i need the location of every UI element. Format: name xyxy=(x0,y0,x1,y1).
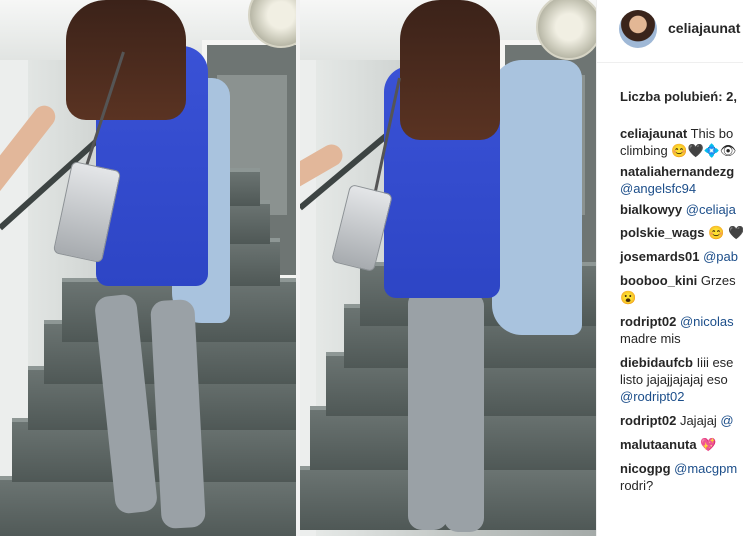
comment-mention-link[interactable]: @ xyxy=(717,413,733,428)
comment-line: 😮 xyxy=(620,289,743,306)
comment-text: This bo xyxy=(687,126,734,141)
author-username[interactable]: celiajaunat xyxy=(668,20,740,36)
coat xyxy=(492,60,582,335)
likes-count[interactable]: Liczba polubień: 2, xyxy=(620,89,737,104)
post-side-panel: celiajaunat Liczba polubień: 2, celiajau… xyxy=(596,0,743,536)
comment-username[interactable]: celiajaunat xyxy=(620,126,687,141)
avatar[interactable] xyxy=(619,10,657,48)
comment-mention-link[interactable]: @celiaja xyxy=(682,202,736,217)
comment-line: celiajaunat This bo xyxy=(620,125,743,142)
comment-text: 😊 🖤 xyxy=(704,225,743,240)
comment-text: listo jajajjajajaj eso xyxy=(620,372,728,387)
comment-text: Jajajaj xyxy=(676,413,717,428)
comment-line: @angelsfc94 xyxy=(620,180,743,197)
comment-text: climbing 😊🖤💠👁 xyxy=(620,143,737,158)
comment-username[interactable]: rodript02 xyxy=(620,314,676,329)
comment-mention-link[interactable]: @macgpm xyxy=(671,461,737,476)
comment-mention-link[interactable]: @pab xyxy=(700,249,738,264)
comment-line: diebidaufcb Iiii ese xyxy=(620,354,743,371)
boot-right xyxy=(444,292,484,532)
comment-line: nicogpg @macgpm xyxy=(620,460,743,477)
comment-mention-link[interactable]: @angelsfc94 xyxy=(620,181,696,196)
comment-item: celiajaunat This bo climbing 😊🖤💠👁 xyxy=(620,125,743,159)
comment-item: malutaanuta 💖 xyxy=(620,436,743,453)
comment-text: Grzes xyxy=(697,273,736,288)
comment-item: booboo_kini Grzes 😮 xyxy=(620,272,743,306)
comment-text: rodri? xyxy=(620,478,654,493)
comment-line: josemards01 @pab xyxy=(620,248,743,265)
comment-line: rodript02 Jajajaj @ xyxy=(620,412,743,429)
comment-line: rodript02 @nicolas xyxy=(620,313,743,330)
comment-line: rodri? xyxy=(620,477,743,494)
comment-text: Iiii ese xyxy=(692,355,734,370)
comment-line: climbing 😊🖤💠👁 xyxy=(620,142,743,159)
comment-username[interactable]: josemards01 xyxy=(620,249,700,264)
photo-panel-right xyxy=(300,0,596,536)
comment-username[interactable]: rodript02 xyxy=(620,413,676,428)
comment-line: polskie_wags 😊 🖤 xyxy=(620,224,743,241)
comment-username[interactable]: polskie_wags xyxy=(620,225,705,240)
comment-item: rodript02 Jajajaj @ xyxy=(620,412,743,429)
comment-item: diebidaufcb Iiii ese listo jajajjajajaj e… xyxy=(620,354,743,405)
comment-line: booboo_kini Grzes xyxy=(620,272,743,289)
post-photo[interactable] xyxy=(0,0,596,536)
comment-text: 💖 xyxy=(696,437,717,452)
comment-item: nataliahernandezg @angelsfc94 xyxy=(620,163,743,197)
post-header: celiajaunat xyxy=(597,0,743,63)
comment-line: malutaanuta 💖 xyxy=(620,436,743,453)
comment-line: madre mis xyxy=(620,330,743,347)
hair xyxy=(400,0,500,140)
hair xyxy=(66,0,186,120)
comment-item: josemards01 @pab xyxy=(620,248,743,265)
comment-username[interactable]: diebidaufcb xyxy=(620,355,693,370)
boot-left xyxy=(408,290,448,530)
comments-list: celiajaunat This bo climbing 😊🖤💠👁 nataliah… xyxy=(620,125,743,501)
comment-username[interactable]: nicogpg xyxy=(620,461,671,476)
comment-text: madre mis xyxy=(620,331,681,346)
comment-line: listo jajajjajajaj eso xyxy=(620,371,743,388)
comment-line: @rodript02 xyxy=(620,388,743,405)
comment-username[interactable]: bialkowyy xyxy=(620,202,682,217)
comment-text: 😮 xyxy=(620,290,637,305)
comment-username[interactable]: nataliahernandezg xyxy=(620,164,734,179)
comment-line: nataliahernandezg xyxy=(620,163,743,180)
comment-line: bialkowyy @celiaja xyxy=(620,201,743,218)
comment-mention-link[interactable]: @nicolas xyxy=(676,314,734,329)
photo-panel-left xyxy=(0,0,296,536)
comment-item: nicogpg @macgpm rodri? xyxy=(620,460,743,494)
comment-item: polskie_wags 😊 🖤 xyxy=(620,224,743,241)
comment-username[interactable]: booboo_kini xyxy=(620,273,697,288)
comment-item: bialkowyy @celiaja xyxy=(620,201,743,218)
comment-mention-link[interactable]: @rodript02 xyxy=(620,389,685,404)
comment-username[interactable]: malutaanuta xyxy=(620,437,697,452)
comment-item: rodript02 @nicolas madre mis xyxy=(620,313,743,347)
